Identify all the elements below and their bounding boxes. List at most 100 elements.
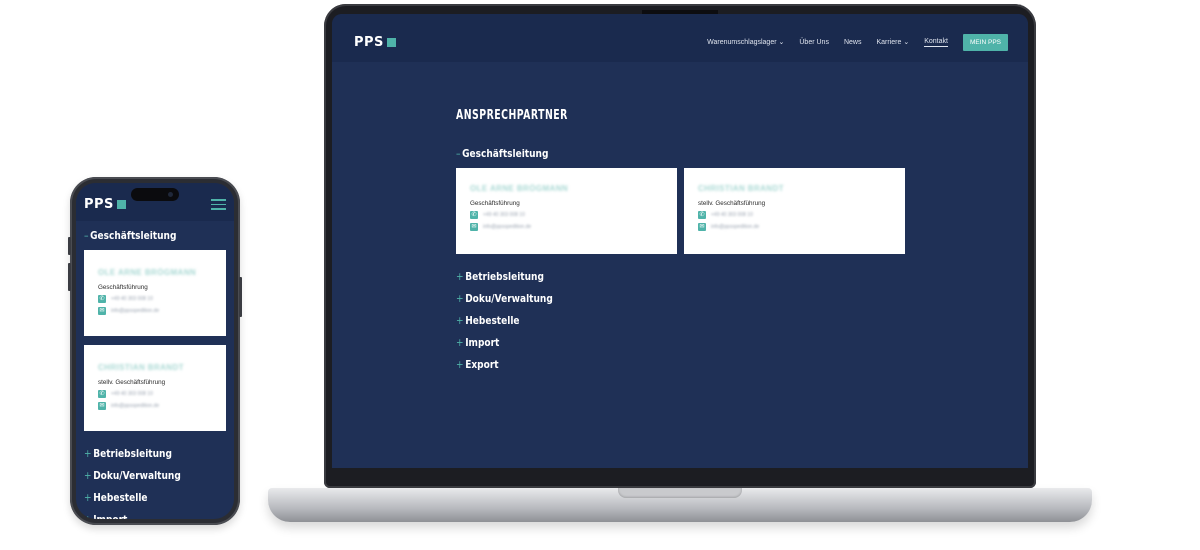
- mobile-content: – Geschäftsleitung OLE ARNE BRÖGMANN Gesc…: [84, 229, 226, 519]
- laptop-screen: PPS Warenumschlagslager ⌄ Über Uns News …: [332, 14, 1028, 468]
- contact-phone: +49 40 303 008 10: [483, 212, 525, 218]
- logo-text: PPS: [354, 34, 384, 50]
- plus-icon: +: [84, 447, 92, 460]
- main-nav: Warenumschlagslager ⌄ Über Uns News Karr…: [707, 33, 1008, 51]
- phone-screen: PPS – Geschäftsleitung OLE ARNE BRÖGMANN …: [76, 183, 234, 519]
- accordion-title: Hebestelle: [93, 491, 148, 504]
- contact-email-row[interactable]: ✉ info@ppsspedition.de: [698, 223, 891, 231]
- accordion-header-hebestelle[interactable]: + Hebestelle: [84, 491, 200, 504]
- phone-side-button: [68, 237, 71, 255]
- phone-icon: ✆: [98, 295, 106, 303]
- contact-email: info@ppsspedition.de: [111, 308, 160, 314]
- nav-item-kontakt[interactable]: Kontakt: [924, 38, 948, 47]
- plus-icon: +: [456, 292, 464, 305]
- nav-item-label: Über Uns: [799, 38, 829, 46]
- nav-item-ueber-uns[interactable]: Über Uns: [799, 39, 829, 46]
- phone-icon: ✆: [698, 211, 706, 219]
- contact-card: CHRISTIAN BRANDT stellv. Geschäftsführun…: [684, 168, 905, 254]
- nav-item-warenumschlagslager[interactable]: Warenumschlagslager ⌄: [707, 38, 784, 46]
- contact-name: OLE ARNE BRÖGMANN: [470, 184, 569, 193]
- dynamic-island: [131, 188, 179, 201]
- accordion-header-hebestelle[interactable]: + Hebestelle: [456, 314, 825, 327]
- phone-frame: PPS – Geschäftsleitung OLE ARNE BRÖGMANN …: [68, 177, 242, 525]
- plus-icon: +: [456, 358, 464, 371]
- laptop-base: [268, 488, 1092, 522]
- contact-card: CHRISTIAN BRANDT stellv. Geschäftsführun…: [84, 345, 226, 431]
- mobile-logo[interactable]: PPS: [84, 197, 126, 212]
- contact-phone-row[interactable]: ✆ +49 40 303 008 10: [98, 295, 212, 303]
- plus-icon: +: [456, 336, 464, 349]
- accordion-title: Betriebsleitung: [93, 447, 172, 460]
- minus-icon: –: [84, 229, 89, 242]
- nav-item-karriere[interactable]: Karriere ⌄: [876, 38, 909, 46]
- accordion-title: Hebestelle: [465, 314, 520, 327]
- accordion-header-import[interactable]: +Import: [84, 513, 200, 519]
- nav-item-label: Warenumschlagslager: [707, 39, 777, 46]
- contact-role: Geschäftsführung: [470, 200, 520, 207]
- mail-icon: ✉: [470, 223, 478, 231]
- laptop-groove: [618, 488, 742, 498]
- page-title: ANSPRECHPARTNER: [456, 108, 568, 123]
- minus-icon: –: [456, 147, 461, 160]
- plus-icon: +: [84, 513, 92, 519]
- accordion-header-export[interactable]: + Export: [456, 358, 825, 371]
- phone-icon: ✆: [98, 390, 106, 398]
- chevron-down-icon: ⌄: [901, 39, 910, 46]
- chevron-down-icon: ⌄: [776, 39, 785, 46]
- accordion-title: Doku/Verwaltung: [465, 292, 553, 305]
- contact-role: stellv. Geschäftsführung: [98, 379, 166, 386]
- accordion-header-doku-verwaltung[interactable]: + Doku/Verwaltung: [84, 469, 200, 482]
- accordion-open-section: – Geschäftsleitung OLE ARNE BRÖGMANN Gesc…: [456, 147, 906, 254]
- accordion-title: Geschäftsleitung: [90, 229, 177, 242]
- contact-phone-row[interactable]: ✆ +49 40 303 008 10: [470, 211, 663, 219]
- hamburger-icon[interactable]: [211, 199, 226, 213]
- contact-email: info@ppsspedition.de: [483, 224, 532, 230]
- contact-card: OLE ARNE BRÖGMANN Geschäftsführung ✆ +49 …: [84, 250, 226, 336]
- contact-email: info@ppsspedition.de: [111, 403, 160, 409]
- logo-text: PPS: [84, 197, 114, 212]
- laptop-frame: PPS Warenumschlagslager ⌄ Über Uns News …: [324, 4, 1036, 488]
- accordion-closed-list: + Betriebsleitung + Doku/Verwaltung + Hebes…: [84, 447, 226, 519]
- mail-icon: ✉: [98, 307, 106, 315]
- logo-square-icon: [116, 200, 126, 209]
- contact-email-row[interactable]: ✉ info@ppsspedition.de: [470, 223, 663, 231]
- plus-icon: +: [84, 469, 92, 482]
- accordion-header-betriebsleitung[interactable]: + Betriebsleitung: [84, 447, 200, 460]
- accordion-title: Import: [465, 336, 500, 349]
- accordion-header-betriebsleitung[interactable]: + Betriebsleitung: [456, 270, 825, 283]
- logo-square-icon: [386, 37, 396, 47]
- accordion-header-import[interactable]: +Import: [456, 336, 825, 349]
- contact-phone-row[interactable]: ✆ +49 40 303 008 10: [698, 211, 891, 219]
- accordion-header-geschaeftsleitung[interactable]: – Geschäftsleitung: [84, 229, 200, 242]
- nav-item-label: Karriere: [876, 39, 902, 46]
- contact-name: OLE ARNE BRÖGMANN: [98, 268, 197, 277]
- nav-item-label: News: [843, 38, 862, 46]
- phone-icon: ✆: [470, 211, 478, 219]
- plus-icon: +: [84, 491, 92, 504]
- accordion-title: Import: [93, 513, 127, 519]
- nav-item-news[interactable]: News: [844, 39, 862, 46]
- contact-name: CHRISTIAN BRANDT: [98, 363, 184, 372]
- nav-item-label: Kontakt: [924, 37, 948, 45]
- contact-email: info@ppsspedition.de: [711, 224, 760, 230]
- contact-phone: +49 40 303 008 10: [111, 391, 153, 397]
- contact-email-row[interactable]: ✉ info@ppsspedition.de: [98, 402, 212, 410]
- contact-role: Geschäftsführung: [98, 284, 148, 291]
- logo[interactable]: PPS: [354, 35, 396, 50]
- accordion-closed-list: + Betriebsleitung + Doku/Verwaltung + Hebes…: [456, 270, 906, 371]
- mail-icon: ✉: [698, 223, 706, 231]
- accordion-header-doku-verwaltung[interactable]: + Doku/Verwaltung: [456, 292, 825, 305]
- contact-email-row[interactable]: ✉ info@ppsspedition.de: [98, 307, 212, 315]
- contact-role: stellv. Geschäftsführung: [698, 200, 766, 207]
- contact-cards: OLE ARNE BRÖGMANN Geschäftsführung ✆ +49 …: [456, 168, 906, 254]
- contact-phone-row[interactable]: ✆ +49 40 303 008 10: [98, 390, 212, 398]
- plus-icon: +: [456, 270, 464, 283]
- contact-phone: +49 40 303 008 10: [711, 212, 753, 218]
- plus-icon: +: [456, 314, 464, 327]
- accordion-title: Betriebsleitung: [465, 270, 544, 283]
- accordion-title: Doku/Verwaltung: [93, 469, 181, 482]
- contact-name: CHRISTIAN BRANDT: [698, 184, 784, 193]
- mein-pps-button[interactable]: MEIN PPS: [962, 33, 1008, 51]
- accordion-header-geschaeftsleitung[interactable]: – Geschäftsleitung: [456, 147, 825, 160]
- main-content: ANSPRECHPARTNER – Geschäftsleitung OLE AR…: [456, 108, 906, 380]
